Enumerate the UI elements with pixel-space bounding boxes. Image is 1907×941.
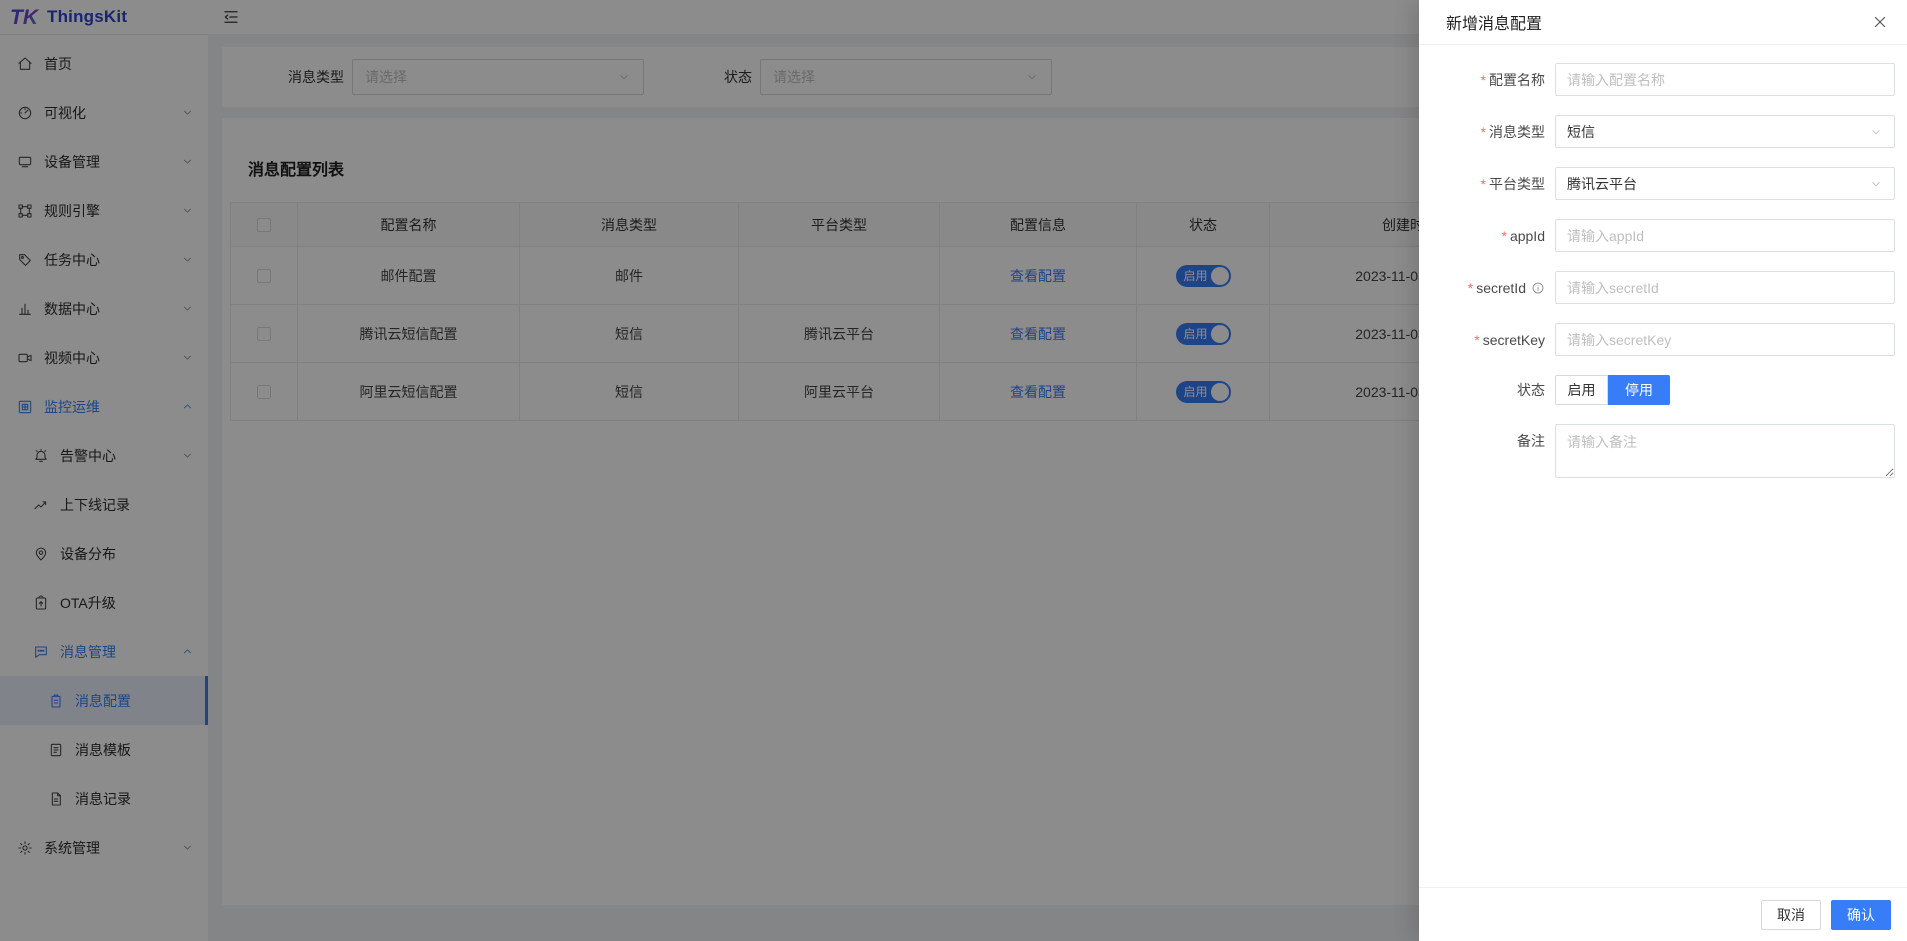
field-label: *secretKey — [1427, 332, 1545, 348]
chevron-down-icon — [1869, 177, 1883, 191]
field-label-text: secretId — [1476, 280, 1526, 296]
drawer-form: *配置名称*消息类型短信*平台类型腾讯云平台*appId*secretId*se… — [1419, 45, 1907, 478]
select-value: 腾讯云平台 — [1567, 174, 1637, 194]
form-field-secretId: *secretId — [1427, 271, 1907, 304]
field-input[interactable] — [1555, 323, 1895, 356]
field-label: *消息类型 — [1427, 122, 1545, 142]
field-label: 备注 — [1427, 431, 1545, 451]
field-label: *平台类型 — [1427, 174, 1545, 194]
required-asterisk: * — [1502, 228, 1507, 244]
add-message-config-drawer: 新增消息配置 *配置名称*消息类型短信*平台类型腾讯云平台*appId*secr… — [1419, 0, 1907, 941]
confirm-button[interactable]: 确认 — [1831, 900, 1891, 930]
drawer-title: 新增消息配置 — [1446, 10, 1542, 34]
form-field-平台类型: *平台类型 腾讯云平台 — [1427, 167, 1907, 200]
required-asterisk: * — [1481, 124, 1486, 140]
field-select[interactable]: 短信 — [1555, 115, 1895, 148]
field-label-text: 平台类型 — [1489, 174, 1545, 194]
field-label-text: 消息类型 — [1489, 122, 1545, 142]
select-value: 短信 — [1567, 122, 1595, 142]
field-select[interactable]: 腾讯云平台 — [1555, 167, 1895, 200]
required-asterisk: * — [1468, 280, 1473, 296]
field-label-text: 配置名称 — [1489, 70, 1545, 90]
close-icon[interactable] — [1871, 13, 1889, 31]
status-disable-button[interactable]: 停用 — [1608, 375, 1670, 405]
drawer-header: 新增消息配置 — [1419, 0, 1907, 45]
field-input[interactable] — [1555, 219, 1895, 252]
field-label: *secretId — [1427, 280, 1545, 296]
field-label-text: appId — [1510, 228, 1545, 244]
field-input[interactable] — [1555, 271, 1895, 304]
field-label: 状态 — [1427, 380, 1545, 400]
cancel-button[interactable]: 取消 — [1761, 900, 1821, 930]
required-asterisk: * — [1481, 72, 1486, 88]
required-asterisk: * — [1474, 332, 1479, 348]
form-field-配置名称: *配置名称 — [1427, 63, 1907, 96]
form-field-appId: *appId — [1427, 219, 1907, 252]
status-field: 状态 启用 停用 — [1427, 375, 1907, 405]
status-enable-button[interactable]: 启用 — [1555, 375, 1608, 405]
drawer-footer: 取消 确认 — [1419, 887, 1907, 941]
remark-textarea[interactable] — [1555, 424, 1895, 478]
form-fields: *配置名称*消息类型短信*平台类型腾讯云平台*appId*secretId*se… — [1427, 63, 1907, 356]
field-label: *配置名称 — [1427, 70, 1545, 90]
status-button-group: 启用 停用 — [1555, 375, 1670, 405]
field-label: *appId — [1427, 228, 1545, 244]
info-icon — [1531, 281, 1545, 295]
form-field-secretKey: *secretKey — [1427, 323, 1907, 356]
field-input[interactable] — [1555, 63, 1895, 96]
required-asterisk: * — [1481, 176, 1486, 192]
chevron-down-icon — [1869, 125, 1883, 139]
remark-label-text: 备注 — [1517, 431, 1545, 451]
field-label-text: secretKey — [1483, 332, 1545, 348]
remark-field: 备注 — [1427, 424, 1907, 478]
form-field-消息类型: *消息类型 短信 — [1427, 115, 1907, 148]
status-label-text: 状态 — [1517, 380, 1545, 400]
